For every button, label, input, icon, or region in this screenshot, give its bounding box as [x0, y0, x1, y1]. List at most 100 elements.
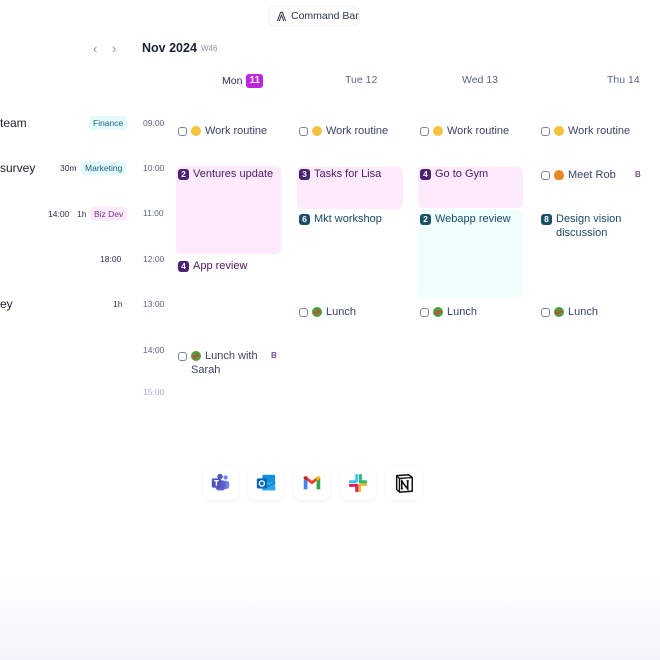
notion-icon: [395, 474, 413, 493]
event-owner-badge: B: [271, 351, 277, 360]
task-title: ey: [0, 297, 13, 311]
day-label: Wed 13: [462, 74, 498, 86]
event-lunch-thu[interactable]: Lunch: [541, 305, 598, 319]
event-title-line2: discussion: [556, 227, 608, 239]
event-lunch-wed[interactable]: Lunch: [420, 305, 477, 319]
event-count-badge: 2: [420, 213, 431, 225]
event-checkbox[interactable]: [541, 127, 550, 136]
event-title: Mkt workshop: [314, 213, 382, 225]
event-mkt-workshop[interactable]: 6 Mkt workshop: [299, 212, 382, 226]
smiling-face-icon: [191, 126, 201, 136]
event-meet-rob[interactable]: Meet Rob: [541, 168, 616, 182]
day-header-mon[interactable]: Mon 11: [222, 74, 264, 88]
time-label: 10:00: [143, 163, 165, 173]
salad-icon: [312, 307, 322, 317]
event-work-routine-mon[interactable]: Work routine: [178, 124, 267, 138]
chevron-left-icon[interactable]: ‹: [93, 42, 97, 56]
day-header-wed[interactable]: Wed 13: [462, 74, 498, 86]
event-title: Work routine: [447, 125, 510, 137]
event-work-routine-wed[interactable]: Work routine: [420, 124, 509, 138]
event-lunch-tue[interactable]: Lunch: [299, 305, 356, 319]
task-list-item[interactable]: survey 30m Marketing: [0, 161, 127, 177]
salad-icon: [554, 307, 564, 317]
time-label: 12:00: [143, 254, 165, 264]
smiling-face-icon: [312, 126, 322, 136]
event-checkbox[interactable]: [299, 308, 308, 317]
event-title: Webapp review: [435, 213, 511, 225]
day-label: Thu 14: [607, 74, 640, 86]
month-title: Nov 2024: [142, 41, 197, 55]
event-title: Work routine: [326, 125, 389, 137]
smiling-face-icon: [554, 126, 564, 136]
event-title: Lunch: [447, 306, 477, 318]
time-label: 09:00: [143, 118, 165, 128]
event-checkbox[interactable]: [420, 308, 429, 317]
event-checkbox[interactable]: [541, 308, 550, 317]
event-go-to-gym[interactable]: 4 Go to Gym: [420, 167, 488, 181]
day-header-tue[interactable]: Tue 12: [345, 74, 377, 86]
task-duration: 1h: [77, 209, 87, 219]
slack-icon: [348, 473, 368, 493]
task-list-item[interactable]: 18:00: [0, 252, 126, 268]
event-count-badge: 3: [299, 168, 310, 180]
event-tasks-for-lisa[interactable]: 3 Tasks for Lisa: [299, 167, 381, 181]
event-checkbox[interactable]: [299, 127, 308, 136]
task-time: 18:00: [100, 254, 122, 264]
event-title: Ventures update: [193, 168, 274, 180]
event-title: Lunch: [568, 306, 598, 318]
task-list-item[interactable]: team Finance: [0, 116, 128, 132]
event-title: Work routine: [205, 125, 268, 137]
event-work-routine-thu[interactable]: Work routine: [541, 124, 630, 138]
event-title: Lunch: [326, 306, 356, 318]
event-checkbox[interactable]: [541, 171, 550, 180]
day-header-thu[interactable]: Thu 14: [607, 74, 640, 86]
event-owner-badge: B: [635, 170, 641, 179]
event-title: Go to Gym: [435, 168, 489, 180]
tag-biz-dev: Biz Dev: [90, 207, 128, 221]
time-label: 11:00: [143, 208, 164, 218]
tag-marketing: Marketing: [81, 161, 127, 175]
event-checkbox[interactable]: [178, 127, 187, 136]
event-checkbox[interactable]: [178, 352, 187, 361]
command-bar-button[interactable]: Command Bar: [268, 6, 360, 26]
event-work-routine-tue[interactable]: Work routine: [299, 124, 388, 138]
teams-icon: [211, 473, 230, 491]
integration-notion[interactable]: [386, 466, 422, 500]
task-time: 14:00: [48, 209, 70, 219]
day-name: Mon: [222, 75, 243, 87]
event-count-badge: 4: [420, 168, 431, 180]
command-bar-label: Command Bar: [291, 10, 359, 22]
integration-outlook[interactable]: [248, 466, 284, 500]
event-app-review[interactable]: 4 App review: [178, 259, 247, 273]
time-label: 13:00: [143, 299, 165, 309]
integration-gmail[interactable]: [294, 466, 330, 500]
today-date-badge: 11: [246, 74, 264, 88]
event-title: Meet Rob: [568, 169, 616, 181]
task-duration: 1h: [113, 299, 123, 309]
event-count-badge: 6: [299, 213, 310, 225]
salad-icon: [191, 351, 201, 361]
event-lunch-with-sarah[interactable]: Lunch with Sarah: [178, 349, 258, 377]
event-count-badge: 4: [178, 260, 189, 272]
smiling-face-icon: [433, 126, 443, 136]
event-ventures-update[interactable]: 2 Ventures update: [178, 167, 273, 181]
day-label: Tue 12: [345, 74, 378, 86]
event-title: Tasks for Lisa: [314, 168, 382, 180]
event-title: Design vision: [556, 213, 622, 225]
task-duration: 30m: [60, 163, 77, 173]
event-design-vision-discussion[interactable]: 8 Design vision discussion: [541, 212, 621, 240]
time-label: 15:00: [143, 387, 165, 397]
chevron-right-icon[interactable]: ›: [112, 42, 116, 56]
week-label: W46: [201, 44, 218, 53]
task-list-item[interactable]: ey 1h: [0, 297, 126, 313]
tag-finance: Finance: [89, 116, 128, 130]
command-icon: [276, 11, 287, 21]
task-list-item[interactable]: 14:00 1h Biz Dev: [0, 207, 128, 223]
event-checkbox[interactable]: [420, 127, 429, 136]
integration-slack[interactable]: [340, 466, 376, 500]
croissant-icon: [554, 170, 564, 180]
event-webapp-review[interactable]: 2 Webapp review: [420, 212, 511, 226]
event-title: Work routine: [568, 125, 631, 137]
outlook-icon: [256, 474, 276, 491]
integration-teams[interactable]: [203, 466, 239, 500]
